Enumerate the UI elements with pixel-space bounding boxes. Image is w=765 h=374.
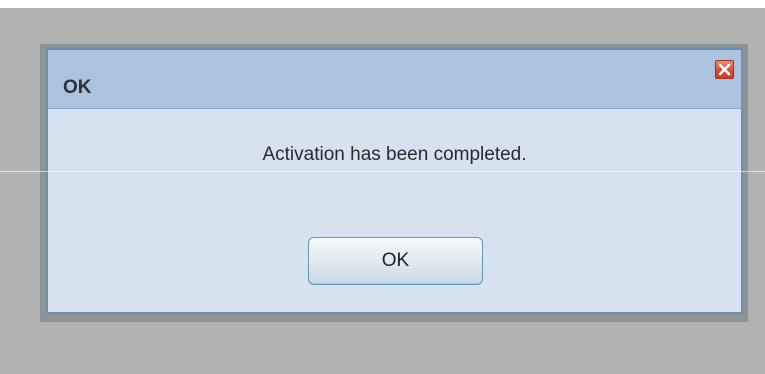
dialog-message: Activation has been completed.	[262, 144, 527, 165]
close-button[interactable]	[715, 60, 734, 79]
dialog-title: OK	[63, 77, 92, 98]
ok-button[interactable]: OK	[308, 237, 483, 285]
close-icon	[718, 63, 731, 76]
screen-line	[0, 171, 765, 172]
dialog-titlebar: OK	[48, 50, 741, 109]
ok-dialog: OK Activation has been completed. OK	[46, 48, 743, 314]
